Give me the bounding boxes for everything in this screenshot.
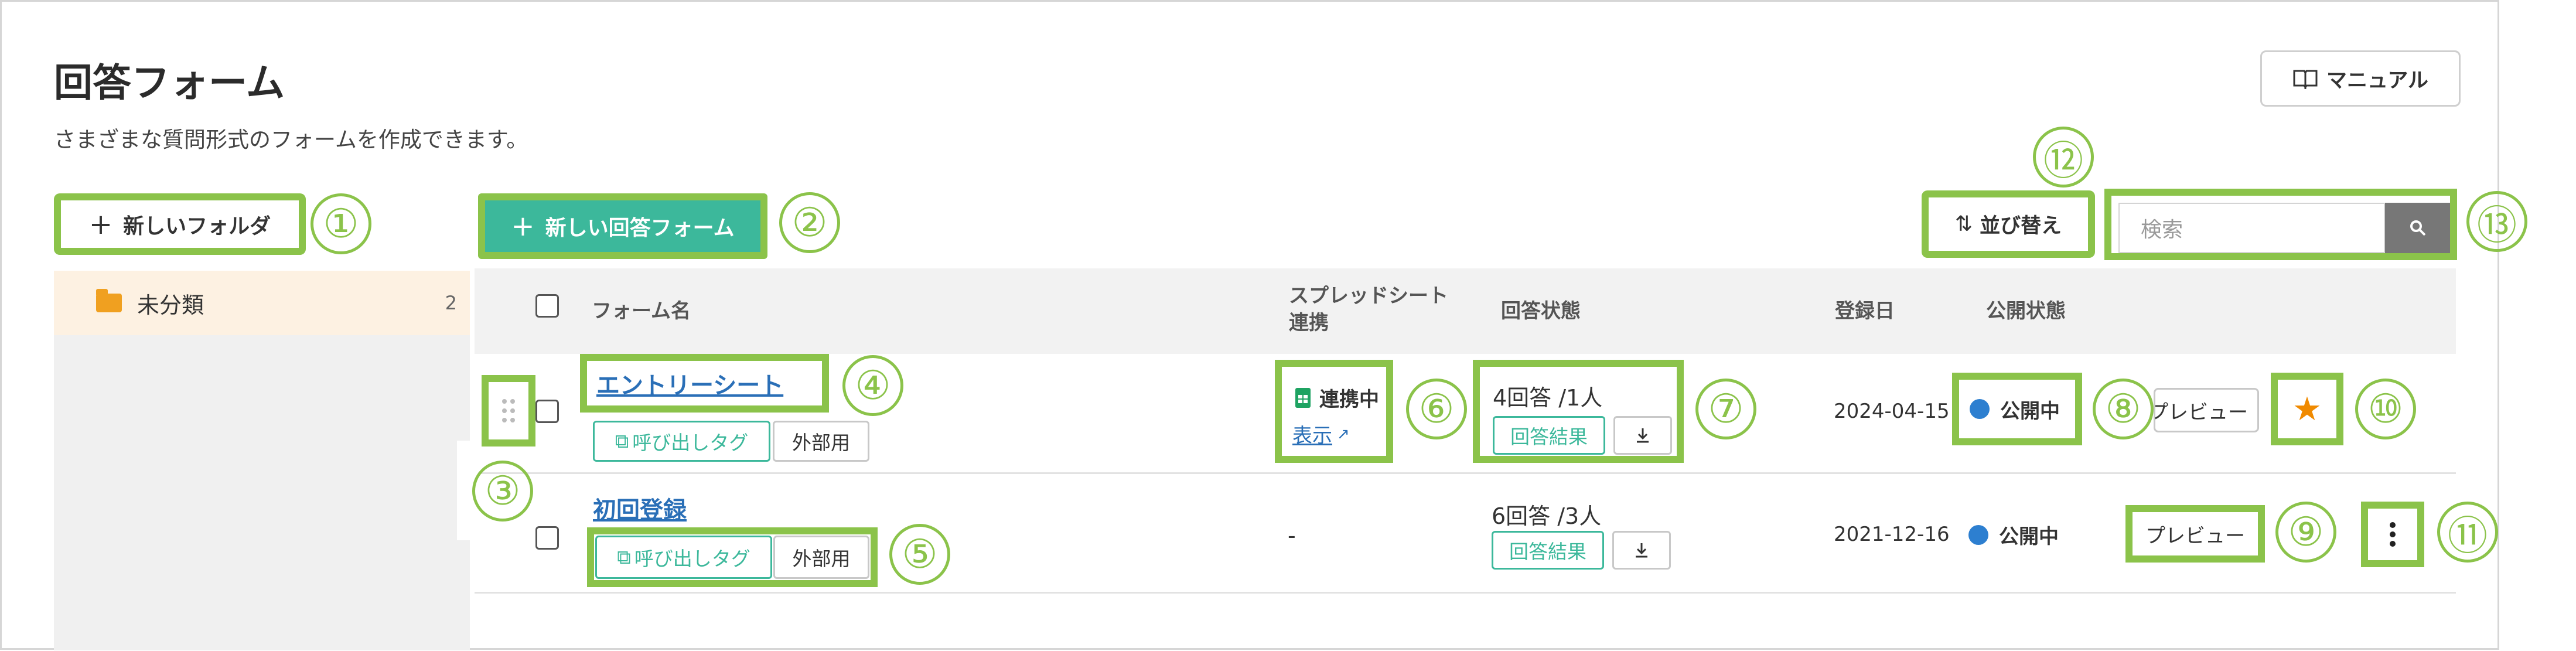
answer-count: 4回答 /1人 (1493, 385, 1603, 411)
public-status-cell: 公開中 (1968, 520, 2059, 549)
plus-icon: + (511, 210, 535, 243)
copy-icon: ⧉ (615, 430, 629, 452)
header-form-name: フォーム名 (592, 299, 691, 323)
preview-label: プレビュー (2154, 400, 2248, 424)
external-link-icon: ↗ (1337, 425, 1350, 443)
more-menu-button[interactable] (2361, 502, 2424, 567)
row-checkbox[interactable] (535, 526, 559, 550)
spreadsheet-icon (1295, 387, 1311, 408)
status-label: 公開中 (1999, 525, 2059, 548)
drag-handle[interactable] (482, 375, 535, 447)
header-public-status: 公開状態 (1986, 299, 2066, 323)
header-registered: 登録日 (1835, 299, 1895, 323)
status-label: 公開中 (2000, 399, 2060, 423)
row-checkbox[interactable] (535, 400, 559, 423)
page-subtitle: さまざまな質問形式のフォームを作成できます。 (54, 127, 528, 152)
callout-2: ② (779, 192, 840, 253)
folder-count: 2 (445, 292, 457, 314)
callout-4: ④ (842, 355, 903, 416)
call-tag-label: 呼び出しタグ (634, 547, 750, 570)
search-input[interactable]: 検索 (2118, 203, 2385, 253)
manual-label: マニュアル (2326, 69, 2428, 93)
callout-11: ⑪ (2437, 502, 2498, 563)
search-button[interactable] (2385, 203, 2450, 253)
plus-icon: + (88, 207, 113, 241)
sheet-status: 連携中 (1295, 383, 1379, 412)
callout-5: ⑤ (889, 524, 950, 585)
status-dot-icon (1968, 524, 1988, 545)
search-box: 検索 (2104, 189, 2457, 260)
table-header: フォーム名 スプレッドシート 連携 回答状態 登録日 公開状態 (475, 268, 2456, 354)
callout-1: ① (311, 193, 371, 254)
form-link[interactable]: エントリーシート (596, 366, 783, 400)
form-name-cell: エントリーシート (580, 354, 829, 413)
book-icon (2293, 70, 2318, 89)
header-answer-status: 回答状態 (1501, 299, 1581, 323)
drag-handle-icon (502, 399, 515, 422)
status-dot-icon (1970, 399, 1990, 419)
callout-12: ⑫ (2033, 127, 2094, 188)
sheet-status: - (1288, 523, 1296, 548)
registered-date: 2024-04-15 (1834, 400, 1950, 423)
star-icon: ★ (2292, 390, 2322, 428)
preview-button[interactable]: プレビュー (2125, 505, 2265, 563)
sheet-cell: 連携中 表示 ↗ (1275, 360, 1393, 463)
callout-13: ⑬ (2466, 191, 2527, 252)
download-button[interactable] (1613, 416, 1672, 455)
more-vertical-icon (2390, 522, 2396, 547)
external-button[interactable]: 外部用 (773, 536, 869, 579)
row-divider (475, 472, 2456, 474)
new-form-button[interactable]: + 新しい回答フォーム (478, 193, 767, 259)
header-spreadsheet: スプレッドシート (1289, 284, 1448, 308)
call-tag-label: 呼び出しタグ (632, 431, 749, 454)
sheet-view-link[interactable]: 表示 ↗ (1292, 420, 1350, 448)
sort-button[interactable]: ⇅ 並び替え (1922, 190, 2095, 258)
external-button[interactable]: 外部用 (773, 421, 869, 462)
call-tag-button[interactable]: ⧉ 呼び出しタグ (595, 536, 772, 579)
header-spreadsheet-2: 連携 (1289, 311, 1329, 335)
new-folder-button[interactable]: + 新しいフォルダ (54, 193, 306, 255)
call-tag-button[interactable]: ⧉ 呼び出しタグ (593, 421, 770, 462)
folder-icon (96, 289, 122, 312)
favorite-button[interactable]: ★ (2271, 373, 2343, 445)
sheet-status-label: 連携中 (1319, 388, 1379, 411)
folder-item-uncategorized[interactable]: 未分類 2 (54, 271, 470, 335)
manual-button[interactable]: マニュアル (2260, 50, 2461, 107)
select-all-checkbox[interactable] (535, 294, 559, 318)
callout-3: ③ (472, 461, 533, 522)
callout-9: ⑨ (2275, 502, 2336, 563)
results-button[interactable]: 回答結果 (1493, 416, 1605, 455)
row-divider (475, 592, 2456, 594)
answer-cell: 4回答 /1人 回答結果 (1473, 360, 1684, 463)
callout-10: ⑩ (2355, 379, 2416, 439)
results-button[interactable]: 回答結果 (1492, 531, 1604, 570)
callout-8: ⑧ (2093, 379, 2154, 439)
tag-group: ⧉ 呼び出しタグ 外部用 (587, 527, 878, 587)
search-icon (2410, 220, 2425, 236)
answer-count: 6回答 /3人 (1492, 503, 1602, 529)
copy-icon: ⧉ (617, 546, 631, 568)
public-status-cell: 公開中 (1952, 373, 2082, 445)
registered-date: 2021-12-16 (1834, 523, 1950, 546)
callout-7: ⑦ (1695, 379, 1756, 439)
sort-icon: ⇅ (1954, 212, 1973, 236)
download-icon (1636, 543, 1647, 558)
preview-button[interactable]: プレビュー (2154, 388, 2259, 432)
download-button[interactable] (1612, 531, 1671, 570)
new-folder-label: 新しいフォルダ (123, 214, 271, 238)
callout-6: ⑥ (1406, 379, 1467, 439)
download-icon (1637, 428, 1649, 443)
folder-label: 未分類 (137, 292, 204, 318)
page-title: 回答フォーム (54, 60, 285, 105)
new-form-label: 新しい回答フォーム (545, 216, 735, 240)
form-link[interactable]: 初回登録 (593, 491, 687, 525)
sort-label: 並び替え (1980, 214, 2062, 238)
sheet-view-label: 表示 (1292, 424, 1332, 448)
